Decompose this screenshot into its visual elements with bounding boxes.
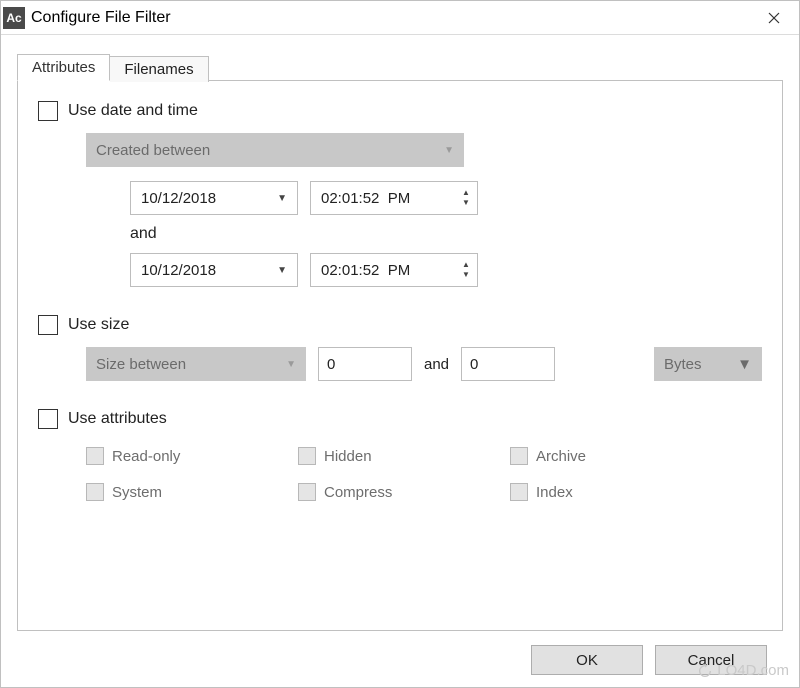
attr-readonly[interactable]: Read-only	[86, 447, 298, 465]
time-from-picker[interactable]: 02:01:52 PM ▲ ▼	[310, 181, 478, 215]
tab-filenames[interactable]: Filenames	[110, 56, 208, 82]
time-from-value: 02:01:52 PM	[321, 190, 459, 207]
size-unit-value: Bytes	[664, 356, 702, 373]
attr-index[interactable]: Index	[510, 483, 722, 501]
attr-archive-label: Archive	[536, 448, 586, 465]
app-icon: Ac	[3, 7, 25, 29]
chevron-down-icon: ▼	[277, 265, 287, 276]
attr-index-label: Index	[536, 484, 573, 501]
attr-index-checkbox[interactable]	[510, 483, 528, 501]
titlebar: Ac Configure File Filter	[1, 1, 799, 35]
tab-attributes[interactable]: Attributes	[17, 54, 110, 81]
size-from-input[interactable]: 0	[318, 347, 412, 381]
dialog-window: Ac Configure File Filter Attributes File…	[0, 0, 800, 688]
size-and-label: and	[424, 356, 449, 373]
close-icon	[768, 12, 780, 24]
tabstrip: Attributes Filenames	[17, 51, 783, 81]
arrow-up-icon: ▲	[459, 188, 473, 198]
attr-system-label: System	[112, 484, 162, 501]
attr-hidden-label: Hidden	[324, 448, 372, 465]
button-bar: OK Cancel	[17, 631, 783, 687]
date-from-value: 10/12/2018	[141, 190, 216, 207]
time-from-spinner[interactable]: ▲ ▼	[459, 188, 473, 208]
attr-hidden[interactable]: Hidden	[298, 447, 510, 465]
arrow-down-icon: ▼	[459, 270, 473, 280]
date-mode-value: Created between	[96, 142, 210, 159]
size-to-value: 0	[470, 356, 478, 373]
use-attributes-row: Use attributes	[38, 409, 762, 429]
chevron-down-icon: ▼	[286, 359, 296, 370]
use-size-row: Use size	[38, 315, 762, 335]
chevron-down-icon: ▼	[737, 356, 752, 373]
attr-hidden-checkbox[interactable]	[298, 447, 316, 465]
date-mode-dropdown[interactable]: Created between ▼	[86, 133, 464, 167]
tab-label: Attributes	[32, 59, 95, 76]
refresh-icon	[697, 663, 713, 679]
attr-system-checkbox[interactable]	[86, 483, 104, 501]
client-area: Attributes Filenames Use date and time C…	[1, 35, 799, 687]
attr-compress[interactable]: Compress	[298, 483, 510, 501]
attr-readonly-label: Read-only	[112, 448, 180, 465]
size-mode-value: Size between	[96, 356, 186, 373]
attr-system[interactable]: System	[86, 483, 298, 501]
size-from-value: 0	[327, 356, 335, 373]
time-to-spinner[interactable]: ▲ ▼	[459, 260, 473, 280]
tab-panel-attributes: Use date and time Created between ▼ 10/1…	[17, 80, 783, 631]
date-to-value: 10/12/2018	[141, 262, 216, 279]
size-to-input[interactable]: 0	[461, 347, 555, 381]
attr-archive-checkbox[interactable]	[510, 447, 528, 465]
chevron-down-icon: ▼	[277, 193, 287, 204]
ok-button[interactable]: OK	[531, 645, 643, 675]
window-title: Configure File Filter	[31, 9, 753, 27]
attr-compress-checkbox[interactable]	[298, 483, 316, 501]
close-button[interactable]	[753, 3, 795, 33]
tab-label: Filenames	[124, 61, 193, 78]
use-date-checkbox[interactable]	[38, 101, 58, 121]
date-to-picker[interactable]: 10/12/2018 ▼	[130, 253, 298, 287]
use-size-label: Use size	[68, 316, 129, 334]
watermark-text: LO4D.com	[717, 662, 789, 679]
use-date-row: Use date and time	[38, 101, 762, 121]
time-to-picker[interactable]: 02:01:52 PM ▲ ▼	[310, 253, 478, 287]
watermark: LO4D.com	[697, 662, 789, 679]
use-size-checkbox[interactable]	[38, 315, 58, 335]
time-to-value: 02:01:52 PM	[321, 262, 459, 279]
attr-compress-label: Compress	[324, 484, 392, 501]
size-mode-dropdown[interactable]: Size between ▼	[86, 347, 306, 381]
use-attributes-label: Use attributes	[68, 410, 167, 428]
ok-button-label: OK	[576, 652, 598, 669]
use-date-label: Use date and time	[68, 102, 198, 120]
date-and-label: and	[130, 225, 762, 243]
use-attributes-checkbox[interactable]	[38, 409, 58, 429]
attr-archive[interactable]: Archive	[510, 447, 722, 465]
date-from-picker[interactable]: 10/12/2018 ▼	[130, 181, 298, 215]
arrow-up-icon: ▲	[459, 260, 473, 270]
arrow-down-icon: ▼	[459, 198, 473, 208]
chevron-down-icon: ▼	[444, 145, 454, 156]
size-unit-dropdown[interactable]: Bytes ▼	[654, 347, 762, 381]
attr-readonly-checkbox[interactable]	[86, 447, 104, 465]
